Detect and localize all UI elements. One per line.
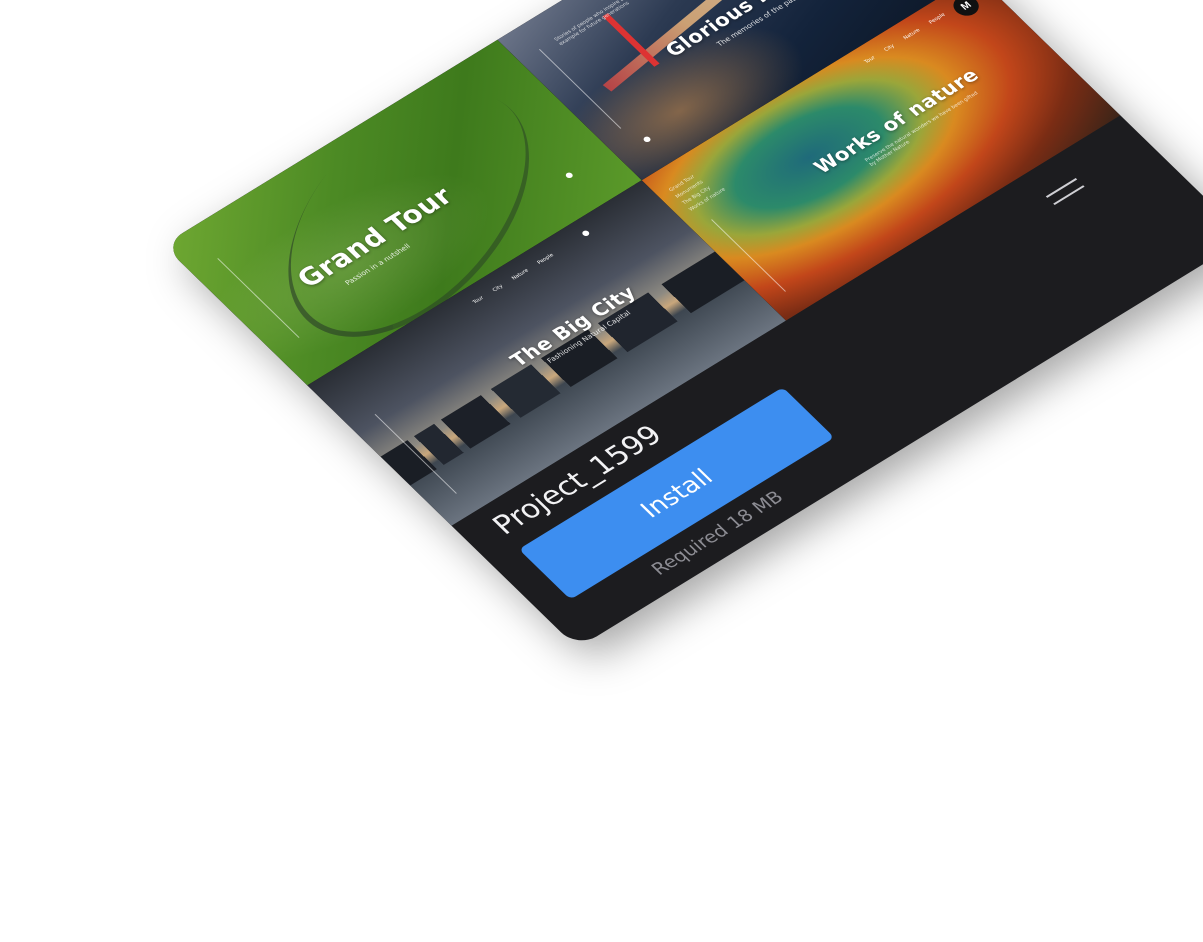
stage: Grand Tour Passion in a nutshell Stories… <box>0 0 1203 942</box>
hamburger-menu-icon[interactable] <box>1045 178 1086 206</box>
app-preview-card: Grand Tour Passion in a nutshell Stories… <box>163 0 1203 649</box>
